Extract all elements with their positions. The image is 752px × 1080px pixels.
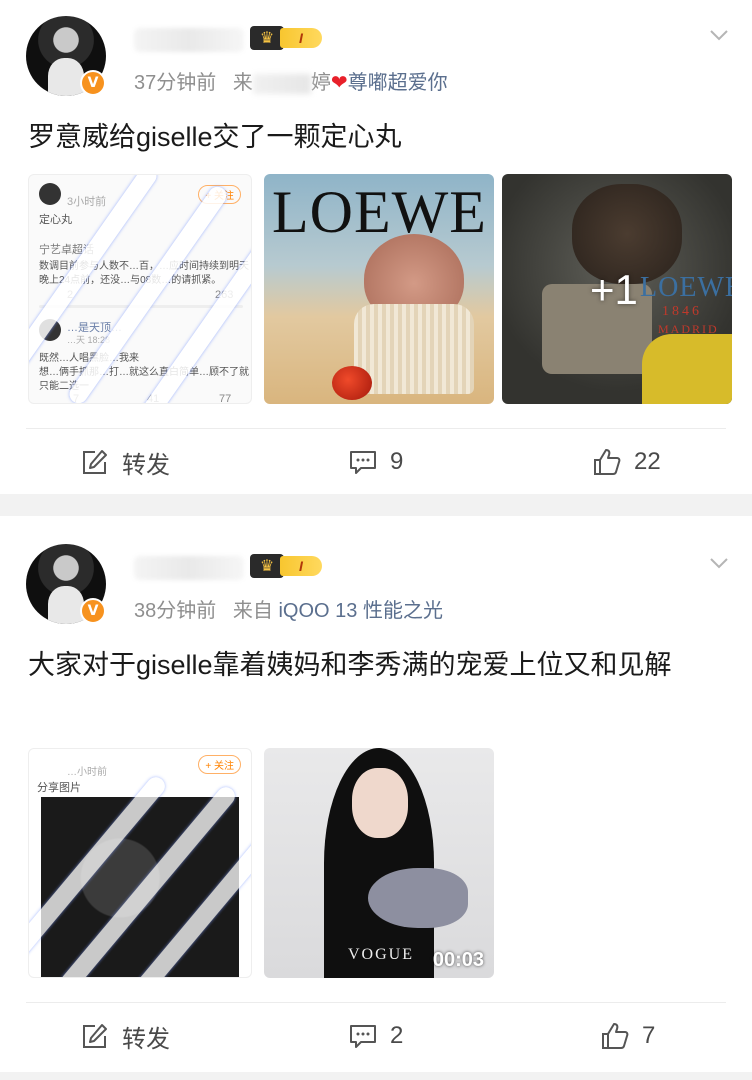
repost-icon — [83, 1024, 107, 1048]
screenshot-time: 3小时前 — [67, 196, 107, 208]
badge-level: I — [280, 28, 322, 48]
like-button[interactable]: 22 — [592, 432, 661, 492]
screenshot-title: 定心丸 — [39, 214, 72, 226]
repost-label: 转发 — [122, 451, 170, 479]
post-image-screenshot[interactable]: 3小时前 + 关注 定心丸 宁艺卓超话 数调目前参与人数不…百，…应时间持续到明… — [28, 174, 252, 404]
source-suffix: 婷 — [310, 72, 331, 94]
repost-button[interactable]: 转发 — [80, 1006, 170, 1066]
post-time: 38分钟前 — [134, 600, 217, 622]
screenshot-follow: + 关注 — [198, 755, 241, 774]
action-bar: 转发 2 7 — [0, 1006, 752, 1066]
video-duration: 00:03 — [432, 949, 484, 971]
chevron-down-icon[interactable] — [708, 552, 730, 574]
thumbs-up-icon — [594, 449, 621, 475]
like-button[interactable]: 7 — [600, 1006, 655, 1066]
loewe-city: MADRID — [658, 322, 719, 336]
screenshot-title: 分享图片 — [37, 782, 81, 794]
thumbs-up-icon — [602, 1023, 629, 1049]
source-prefix: 来自 — [232, 600, 273, 622]
post-video-thumbnail[interactable]: VOGUE 00:03 — [264, 748, 494, 978]
post-text[interactable]: 大家对于giselle靠着姨妈和李秀满的宠爱上位又和见解 — [28, 644, 724, 686]
screenshot-stat: 77 — [219, 393, 232, 404]
comment-icon — [350, 451, 376, 474]
post-card[interactable]: V ♛ I 38分钟前 来自 iQOO 13 性能之光 大家对于giselle靠… — [0, 516, 752, 1072]
loewe-logo: LOEWE — [640, 272, 732, 303]
verified-badge-icon: V — [80, 70, 106, 96]
comment-icon — [350, 1025, 376, 1048]
screenshot-reply-line: 想…俩手抓那…打…就这么直白简单…顾不了就 — [39, 367, 249, 378]
fan-level-badge[interactable]: ♛ I — [250, 26, 324, 50]
repost-label: 转发 — [122, 1025, 170, 1053]
comment-count: 2 — [390, 1022, 404, 1049]
chevron-down-icon[interactable] — [708, 24, 730, 46]
crown-icon: ♛ — [250, 26, 284, 50]
comment-count: 9 — [390, 448, 404, 475]
like-count: 22 — [634, 448, 661, 475]
crown-icon: ♛ — [250, 554, 284, 578]
vogue-logo: VOGUE — [348, 946, 414, 963]
username-redacted[interactable] — [134, 556, 244, 580]
post-text[interactable]: 罗意威给giselle交了一颗定心丸 — [28, 116, 724, 158]
more-images-count: +1 — [590, 266, 638, 313]
source-prefix: 来 — [232, 72, 253, 94]
comment-button[interactable]: 2 — [348, 1006, 403, 1066]
screenshot-time: …小时前 — [67, 767, 107, 778]
post-image-loewe-more[interactable]: LOEWE 1846 MADRID +1 — [502, 174, 732, 404]
loewe-logo: LOEWE — [272, 179, 487, 245]
heart-icon: ❤ — [330, 70, 348, 94]
source-redacted — [252, 73, 311, 94]
like-count: 7 — [642, 1022, 656, 1049]
badge-level: I — [280, 556, 322, 576]
repost-button[interactable]: 转发 — [80, 432, 170, 492]
post-time: 37分钟前 — [134, 72, 217, 94]
post-card[interactable]: V ♛ I 37分钟前 来婷❤尊嘟超爱你 罗意威给giselle交了一颗定心丸 … — [0, 0, 752, 494]
username-redacted[interactable] — [134, 28, 244, 52]
source-device[interactable]: 尊嘟超爱你 — [348, 72, 448, 94]
verified-badge-icon: V — [80, 598, 106, 624]
action-bar: 转发 9 22 — [0, 432, 752, 492]
post-meta: 38分钟前 来自 iQOO 13 性能之光 — [134, 594, 443, 623]
post-image-loewe[interactable]: LOEWE — [264, 174, 494, 404]
post-image-screenshot[interactable]: …小时前 + 关注 分享图片 — [28, 748, 252, 978]
fan-level-badge[interactable]: ♛ I — [250, 554, 324, 578]
repost-icon — [83, 450, 107, 474]
source-device[interactable]: iQOO 13 性能之光 — [278, 600, 442, 622]
comment-button[interactable]: 9 — [348, 432, 403, 492]
loewe-year: 1846 — [662, 304, 702, 319]
mini-avatar — [39, 183, 61, 205]
post-meta: 37分钟前 来 婷❤尊嘟超爱你 — [134, 66, 448, 95]
